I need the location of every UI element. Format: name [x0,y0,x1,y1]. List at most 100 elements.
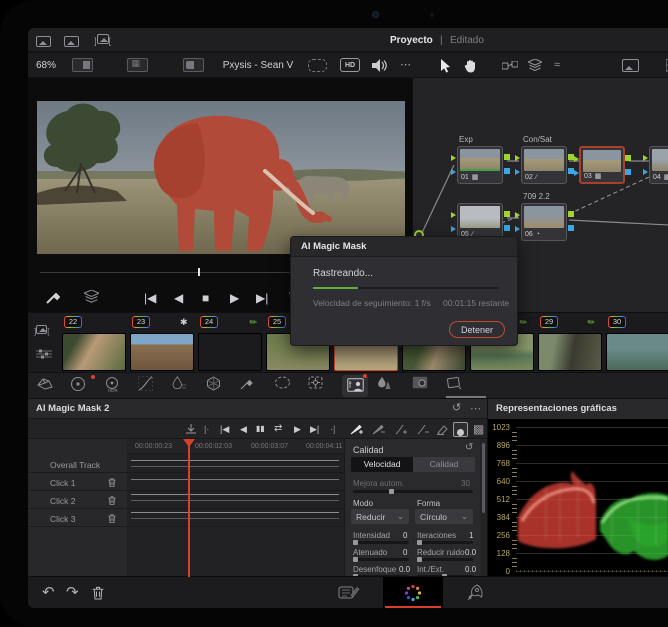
tab-velocidad[interactable]: Velocidad [351,457,413,472]
viewer-image[interactable] [37,101,405,254]
blur-icon[interactable] [378,376,404,396]
clip-22[interactable] [62,333,126,371]
lightbox-view-icon[interactable] [72,58,93,72]
param-slider[interactable] [417,558,473,561]
node-04[interactable]: 04▦ [649,146,668,184]
dialog-titlebar[interactable]: AI Magic Mask [291,237,517,257]
goto-last-icon[interactable]: ▶| [256,292,268,304]
cursor-tool-icon[interactable] [440,59,451,73]
reset-icon[interactable]: ↺ [452,403,461,414]
tab-project[interactable]: Proyecto [390,36,433,46]
node-02[interactable]: Con/Sat 02∕ [521,146,567,184]
still-grab-icon[interactable] [622,59,639,77]
clip-name[interactable]: Pxysis - Sean V [198,61,318,71]
key-icon[interactable] [412,376,438,396]
trash-icon[interactable] [108,514,116,523]
track-frame-icon[interactable] [186,424,196,434]
color-page-tab-active[interactable] [383,577,443,608]
clips-filter-icon[interactable]: ][ [34,325,49,336]
trash-icon[interactable] [108,496,116,505]
trash-icon[interactable] [108,478,116,487]
layers-icon[interactable] [528,59,542,72]
clip-23[interactable] [130,333,194,371]
hdr-wheels-icon[interactable]: HDR [104,376,130,396]
play-reverse-icon[interactable]: ◀ [174,292,183,304]
first-frame-icon[interactable]: |◀ [220,425,229,434]
wipe-modes-icon[interactable] [84,290,99,304]
pause-icon[interactable]: ▮▮ [256,425,265,433]
proxy-hd-icon[interactable]: HD [340,58,360,72]
tab-calidad[interactable]: Calidad [413,457,475,472]
clip-29[interactable] [538,333,602,371]
stroke-add-icon[interactable] [394,423,407,435]
tab-edited[interactable]: Editado [450,36,484,46]
forma-dropdown[interactable]: Círculo⌄ [415,509,473,524]
node-01[interactable]: Exp 01▦ [457,146,503,184]
flags-icon[interactable] [36,349,52,359]
hand-tool-icon[interactable] [464,59,477,73]
bottom-bar: ↶ ↷ [28,576,668,608]
settings-reset-icon[interactable]: ↺ [465,443,473,453]
mixer-icon[interactable]: ≈ [554,60,560,71]
stop-button[interactable]: Detener [449,321,505,338]
zoom-level[interactable]: 68% [36,61,56,71]
track-bidirectional-icon[interactable]: ⇄ [274,424,282,434]
param-slider[interactable] [417,541,473,544]
clip-24[interactable] [198,333,262,371]
redo-icon[interactable]: ↷ [66,585,79,600]
param-slider[interactable] [353,558,409,561]
audio-mute-icon[interactable] [372,59,387,72]
bypass-grades-icon[interactable] [308,59,327,72]
waveform-scope [516,421,668,573]
mini-scrollbar[interactable] [446,396,486,398]
goto-first-icon[interactable]: |◀ [144,292,156,304]
clip-30[interactable] [606,333,668,371]
track-forward-icon[interactable]: ▶ [294,425,301,434]
param-slider[interactable] [353,541,409,544]
playhead-handle[interactable] [183,439,195,447]
edit-page-icon[interactable] [338,585,360,600]
timeline-playhead[interactable] [188,439,190,577]
deliver-page-icon[interactable] [466,584,484,602]
eraser-icon[interactable] [436,423,449,435]
curves-icon[interactable] [138,376,164,396]
viewer-playhead[interactable] [198,268,200,276]
color-warper-icon[interactable] [206,376,232,396]
settings-scrollbar[interactable] [480,439,487,577]
mask-overlay-toggle[interactable] [453,422,468,437]
magic-mask-icon[interactable] [342,375,368,397]
color-wheels-icon[interactable] [70,376,96,396]
eyedropper-icon[interactable] [240,376,266,396]
thumbnail-view-icon[interactable]: ▦ [127,58,148,72]
stop-icon[interactable]: ■ [202,292,209,304]
gallery-icon[interactable] [36,34,51,52]
play-icon[interactable]: ▶ [230,292,239,304]
power-window-icon[interactable] [274,376,300,396]
timeline-ruler[interactable]: 00:00:00:23 00:00:02:03 00:00:03:07 00:0… [127,439,344,454]
track-lanes[interactable] [127,454,344,577]
trash-icon[interactable] [92,586,104,600]
undo-icon[interactable]: ↶ [42,585,55,600]
picker-add-icon[interactable] [350,423,363,435]
track-reverse-icon[interactable]: ◀ [240,425,247,434]
node-03-selected[interactable]: 03▦ [579,146,625,184]
last-frame-icon[interactable]: ▶| [310,425,319,434]
picker-subtract-icon[interactable] [372,423,385,435]
auto-improve-slider[interactable] [353,490,473,493]
sizing-icon[interactable] [446,376,472,396]
add-node-icon[interactable] [502,61,518,71]
viewer-options-icon[interactable]: ⋯ [400,60,411,71]
modo-dropdown[interactable]: Reducir⌄ [351,509,409,524]
step-out-icon[interactable]: ·| [330,425,335,434]
stroke-subtract-icon[interactable] [416,423,429,435]
step-in-icon[interactable]: |· [204,425,209,434]
lut-gallery-icon[interactable] [64,34,79,52]
clips-strip-icon[interactable]: ][ [94,34,111,46]
node-06[interactable]: 709 2.2 06◔ [521,203,567,241]
panel-menu-icon[interactable]: ⋯ [470,404,481,415]
matte-view-icon[interactable]: ▩ [473,423,484,435]
color-picker-icon[interactable] [46,290,60,304]
qualifier-droplet-icon[interactable] [172,376,198,396]
camera-raw-icon[interactable] [36,376,62,396]
tracker-icon[interactable] [308,376,334,396]
